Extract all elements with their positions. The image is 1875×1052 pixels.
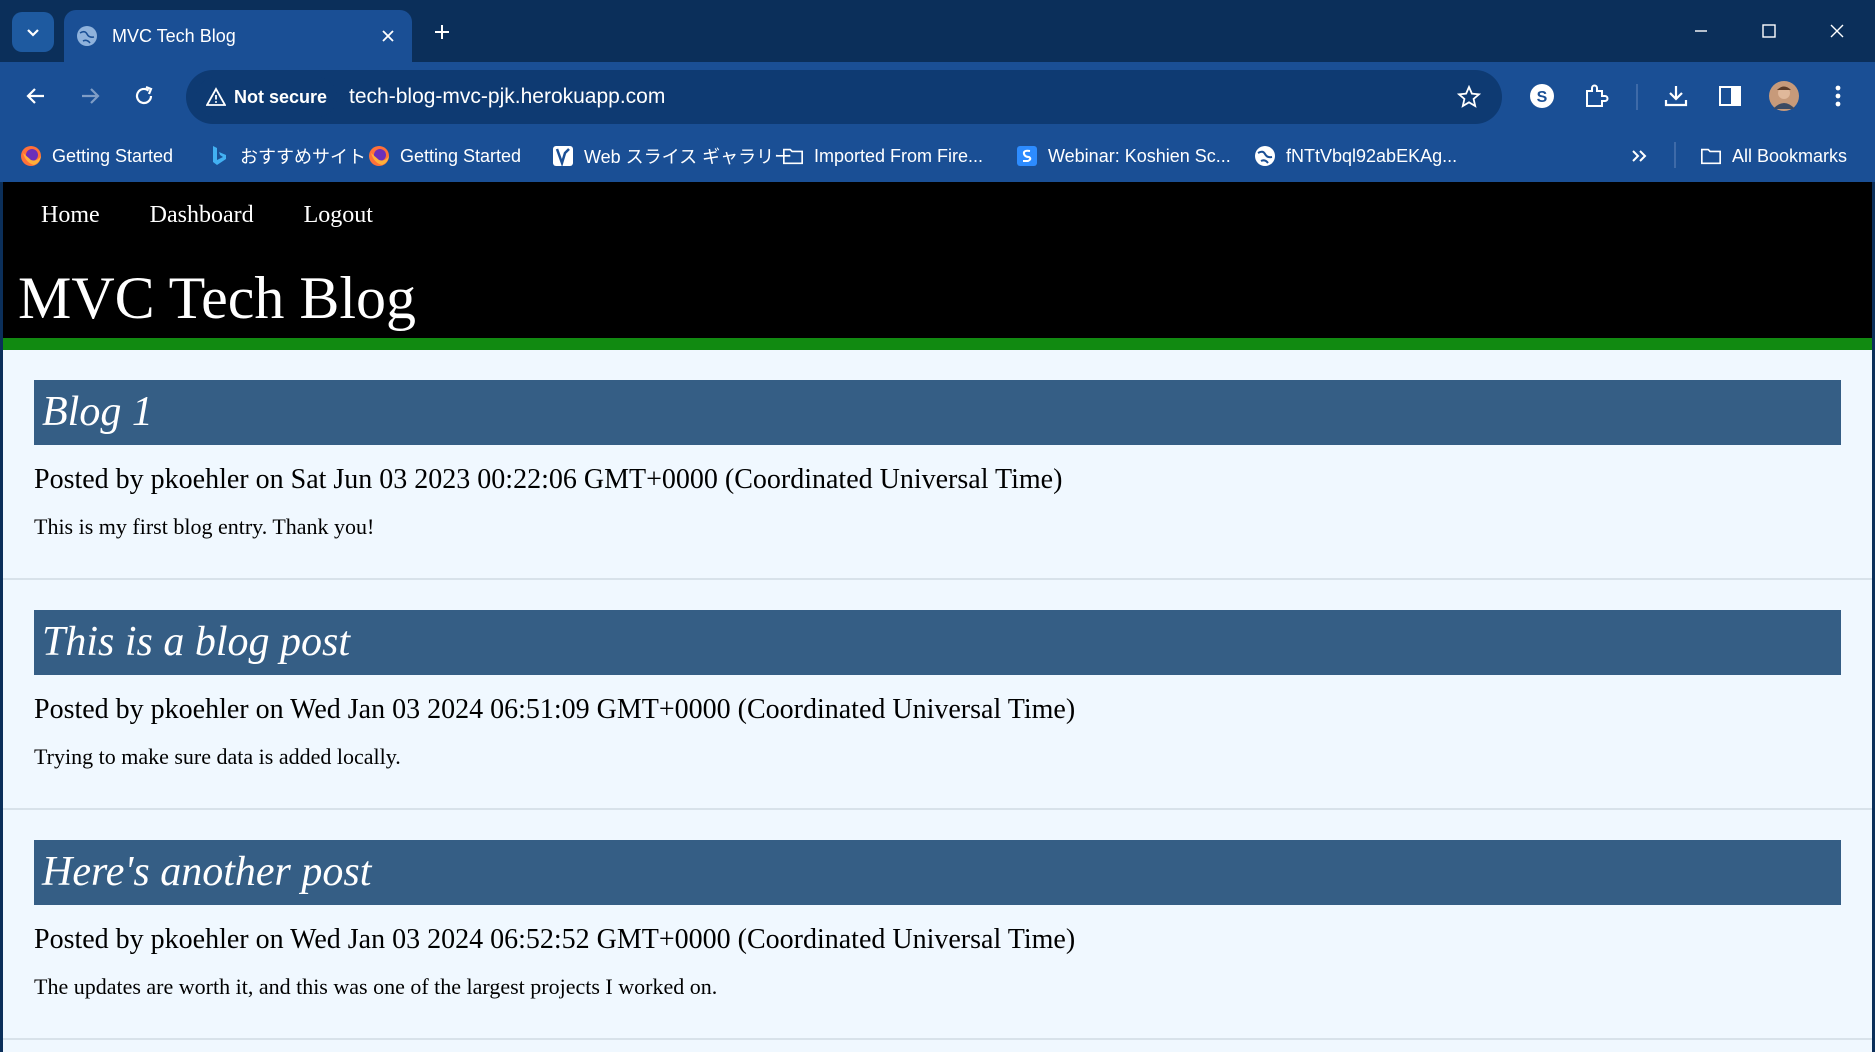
site-title: MVC Tech Blog (18, 265, 417, 331)
post-meta: Posted by pkoehler on Wed Jan 03 2024 06… (34, 924, 1076, 955)
all-bookmarks-button[interactable]: All Bookmarks (1700, 140, 1847, 172)
bookmark-label: Webinar: Koshien Sc... (1048, 145, 1231, 166)
web-slice-icon (552, 145, 574, 167)
menu-button[interactable] (1820, 78, 1856, 114)
site-nav: Home Dashboard Logout (41, 202, 373, 229)
post-title[interactable]: Blog 1 (34, 380, 1841, 445)
nav-dashboard-link[interactable]: Dashboard (150, 202, 254, 229)
web-page: Home Dashboard Logout MVC Tech Blog Blog… (3, 182, 1872, 1052)
forward-button[interactable] (72, 78, 108, 114)
download-icon (1664, 86, 1688, 107)
back-button[interactable] (18, 78, 54, 114)
post-card[interactable]: Here's another post Posted by pkoehler o… (3, 810, 1872, 1040)
bookmark-item[interactable]: おすすめサイト (208, 140, 366, 172)
maximize-button[interactable] (1740, 8, 1798, 54)
bing-icon (208, 145, 230, 167)
all-bookmarks-label: All Bookmarks (1732, 145, 1848, 166)
site-header: Home Dashboard Logout MVC Tech Blog (3, 182, 1872, 350)
post-body: This is my first blog entry. Thank you! (34, 514, 375, 539)
bookmark-label: Getting Started (52, 145, 174, 166)
globe-icon (77, 26, 97, 46)
address-bar[interactable]: Not secure tech-blog-mvc-pjk.herokuapp.c… (186, 70, 1502, 124)
warning-icon (206, 87, 226, 106)
reload-icon (135, 85, 153, 105)
double-chevron-right-icon (1632, 150, 1647, 162)
posts-list: Blog 1 Posted by pkoehler on Sat Jun 03 … (3, 350, 1872, 1040)
bookmarks-separator (1674, 142, 1676, 168)
bookmark-star-button[interactable] (1454, 82, 1484, 112)
downloads-button[interactable] (1658, 78, 1694, 114)
url-text[interactable]: tech-blog-mvc-pjk.herokuapp.com (349, 85, 665, 109)
bookmark-item[interactable]: Web スライス ギャラリー (552, 140, 792, 172)
post-card[interactable]: This is a blog post Posted by pkoehler o… (3, 580, 1872, 810)
side-panel-icon (1719, 86, 1741, 106)
close-icon (1830, 24, 1844, 38)
bookmark-item[interactable]: Webinar: Koshien Sc... (1016, 140, 1231, 172)
nav-logout-link[interactable]: Logout (304, 202, 373, 229)
post-card[interactable]: Blog 1 Posted by pkoehler on Sat Jun 03 … (3, 350, 1872, 580)
bookmark-label: Getting Started (400, 145, 522, 166)
arrow-left-icon (26, 88, 44, 104)
post-title[interactable]: Here's another post (34, 840, 1841, 905)
plus-icon (435, 25, 449, 39)
bookmark-item[interactable]: fNTtVbql92abEKAg... (1254, 140, 1457, 172)
webinar-icon (1016, 145, 1038, 167)
tab-active[interactable]: MVC Tech Blog (64, 10, 412, 62)
site-info-chip[interactable]: Not secure (196, 77, 338, 117)
nav-home-link[interactable]: Home (41, 202, 100, 229)
extension-s-button[interactable]: S (1524, 78, 1560, 114)
post-title[interactable]: This is a blog post (34, 610, 1841, 675)
bookmark-folder[interactable]: Imported From Fire... (782, 140, 983, 172)
post-body: Trying to make sure data is added locall… (34, 744, 401, 769)
more-bookmarks-button[interactable] (1630, 140, 1648, 172)
browser-toolbar: Not secure tech-blog-mvc-pjk.herokuapp.c… (0, 62, 1875, 130)
new-tab-button[interactable] (426, 16, 458, 48)
minimize-icon (1695, 30, 1707, 32)
bookmarks-bar: Getting Started おすすめサイト Getting Started … (0, 130, 1875, 182)
bookmark-label: おすすめサイト (240, 147, 366, 167)
bookmark-item[interactable]: Getting Started (368, 140, 521, 172)
puzzle-icon (1586, 84, 1609, 107)
folder-icon (782, 145, 804, 167)
maximize-icon (1762, 24, 1776, 38)
extensions-button[interactable] (1578, 78, 1614, 114)
post-meta: Posted by pkoehler on Wed Jan 03 2024 06… (34, 694, 1076, 725)
firefox-icon (368, 145, 390, 167)
post-body: The updates are worth it, and this was o… (34, 974, 718, 999)
avatar (1769, 81, 1799, 111)
svg-text:S: S (1537, 89, 1548, 106)
bookmark-label: Imported From Fire... (814, 145, 984, 166)
arrow-right-icon (82, 88, 100, 104)
bookmark-item[interactable]: Getting Started (20, 140, 173, 172)
star-icon (1457, 85, 1481, 108)
post-meta: Posted by pkoehler on Sat Jun 03 2023 00… (34, 464, 1063, 495)
chevron-down-icon (27, 29, 39, 37)
extension-s-icon: S (1530, 84, 1554, 108)
reload-button[interactable] (126, 78, 162, 114)
close-window-button[interactable] (1808, 8, 1866, 54)
folder-icon (1700, 145, 1722, 167)
security-label: Not secure (234, 86, 328, 107)
bookmark-label: Web スライス ギャラリー (584, 147, 793, 167)
tab-search-button[interactable] (12, 12, 54, 52)
minimize-button[interactable] (1672, 8, 1730, 54)
firefox-icon (20, 145, 42, 167)
side-panel-button[interactable] (1712, 78, 1748, 114)
more-vertical-icon (1835, 85, 1841, 107)
toolbar-separator (1636, 84, 1638, 110)
close-tab-icon[interactable] (374, 22, 402, 50)
globe-icon (1254, 145, 1276, 167)
tab-strip: MVC Tech Blog (0, 0, 1875, 62)
bookmark-label: fNTtVbql92abEKAg... (1286, 145, 1458, 166)
profile-button[interactable] (1766, 78, 1802, 114)
tab-title: MVC Tech Blog (112, 25, 236, 46)
